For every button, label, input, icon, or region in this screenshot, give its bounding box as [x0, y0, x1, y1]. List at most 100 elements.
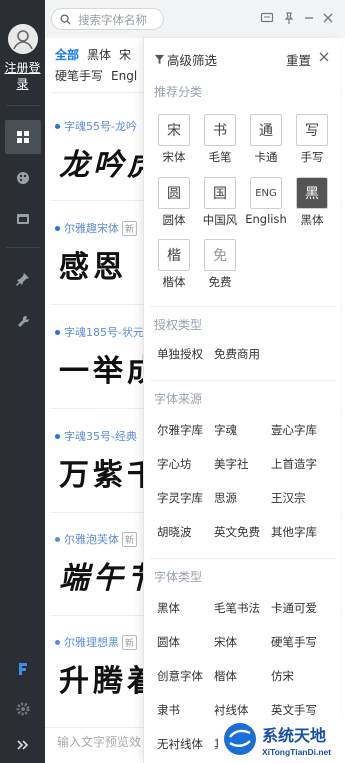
gear-icon	[16, 702, 30, 716]
category-kai[interactable]: 楷楷体	[156, 239, 192, 290]
source-option[interactable]: 英文免费	[214, 524, 260, 540]
category-chinese-style[interactable]: 国中国风	[202, 177, 238, 228]
minimize-button[interactable]	[302, 11, 316, 25]
type-option[interactable]: 衬线体	[214, 702, 249, 718]
category-brush[interactable]: 书毛笔	[202, 114, 238, 165]
handwrite-icon: 写	[296, 114, 328, 146]
tab-song[interactable]: 宋	[119, 48, 131, 62]
free-icon: 免	[204, 239, 236, 271]
folder-icon	[17, 214, 29, 224]
tab-all[interactable]: 全部	[55, 48, 79, 62]
panel-title-text: 高级筛选	[167, 53, 218, 68]
type-option[interactable]: 英文手写	[271, 702, 317, 718]
minimize-icon	[305, 17, 313, 19]
source-option[interactable]: 上首造字	[271, 456, 317, 472]
left-rail: 注册登录	[0, 0, 45, 763]
nav-tools[interactable]	[5, 262, 41, 296]
type-option[interactable]: 隶书	[157, 702, 180, 718]
kai-icon: 楷	[158, 239, 190, 271]
type-option[interactable]: 无衬线体	[157, 736, 203, 752]
nav-settings-tool[interactable]	[5, 305, 41, 339]
license-option[interactable]: 单独授权	[157, 346, 203, 362]
category-cartoon[interactable]: 通卡通	[248, 114, 284, 165]
preview-placeholder: 输入文字预览效	[57, 735, 142, 749]
watermark-url: XiTongTianDi.net	[262, 747, 331, 757]
category-free[interactable]: 免免费	[202, 239, 238, 290]
search-placeholder: 搜索字体名称	[78, 13, 147, 27]
category-label: 中国风	[202, 213, 238, 227]
type-option[interactable]: 楷体	[214, 668, 237, 684]
type-option[interactable]: 硬笔手写	[271, 634, 317, 650]
source-option[interactable]: 胡晓波	[157, 524, 192, 540]
category-label: 黑体	[300, 213, 324, 227]
tab-hei[interactable]: 黑体	[87, 48, 111, 62]
new-badge: 新	[122, 531, 138, 547]
category-label: 免费	[208, 275, 232, 289]
font-meta: 尔雅理想黑新	[55, 634, 138, 650]
bullet-dot	[55, 225, 60, 231]
license-option[interactable]: 免费商用	[214, 346, 260, 362]
category-round[interactable]: 圆圆体	[156, 177, 192, 228]
font-name: 字魂185号-状元	[64, 326, 144, 339]
type-option[interactable]: 创意字体	[157, 668, 203, 684]
source-option[interactable]: 字心坊	[157, 456, 192, 472]
search-input[interactable]: 搜索字体名称	[51, 8, 164, 30]
tab-handwriting[interactable]: 硬笔手写	[55, 69, 103, 83]
feedback-button[interactable]	[260, 11, 274, 25]
hei-icon: 黑	[296, 177, 328, 209]
type-option[interactable]: 仿宋	[271, 668, 294, 684]
source-option[interactable]: 王汉宗	[271, 490, 306, 506]
font-name: 尔雅泡芙体	[64, 533, 119, 546]
category-english[interactable]: ENG English	[245, 177, 287, 226]
category-label: English	[245, 212, 287, 226]
source-option[interactable]: 壹心字库	[271, 422, 317, 438]
brand-logo[interactable]	[5, 652, 41, 686]
chevron-double-right-icon	[17, 740, 29, 750]
brand-logo-icon	[19, 663, 27, 675]
close-icon	[323, 13, 333, 23]
rail-divider	[6, 105, 40, 106]
wrench-icon	[18, 315, 30, 327]
type-option[interactable]: 毛笔书法	[214, 600, 260, 616]
site-watermark: 系统天地 XiTongTianDi.net	[218, 717, 345, 763]
close-panel-icon[interactable]	[319, 52, 329, 62]
type-option[interactable]: 卡通可爱	[271, 600, 317, 616]
font-name: 字魂55号-龙吟	[64, 120, 137, 133]
source-option[interactable]: 思源	[214, 490, 237, 506]
cartoon-icon: 通	[250, 114, 282, 146]
type-option[interactable]: 宋体	[214, 634, 237, 650]
nav-themes[interactable]	[5, 161, 41, 195]
close-window-button[interactable]	[321, 11, 335, 25]
type-option[interactable]: 圆体	[157, 634, 180, 650]
font-meta: 尔雅趣宋体新	[55, 220, 138, 236]
source-option[interactable]: 美字社	[214, 456, 249, 472]
category-song[interactable]: 宋宋体	[156, 114, 192, 165]
settings-button[interactable]	[5, 692, 41, 726]
round-icon: 圆	[158, 177, 190, 209]
category-hei[interactable]: 黑黑体	[294, 177, 330, 228]
new-badge: 新	[122, 220, 138, 236]
new-badge: 新	[122, 634, 138, 650]
panel-header: 高级筛选 重置	[144, 38, 341, 78]
bullet-dot	[55, 639, 60, 645]
category-handwrite[interactable]: 写手写	[294, 114, 330, 165]
source-option[interactable]: 其他字库	[271, 524, 317, 540]
source-option[interactable]: 尔雅字库	[157, 422, 203, 438]
category-label: 卡通	[254, 150, 278, 164]
source-option[interactable]: 字魂	[214, 422, 237, 438]
avatar[interactable]	[8, 24, 38, 54]
source-option[interactable]: 字灵字库	[157, 490, 203, 506]
rail-divider	[6, 247, 40, 248]
category-label: 手写	[300, 150, 324, 164]
nav-my-fonts[interactable]	[5, 202, 41, 236]
login-link[interactable]: 注册登录	[0, 60, 45, 92]
font-meta: 字魂185号-状元	[55, 324, 144, 340]
tab-english[interactable]: Engl	[111, 69, 137, 83]
expand-button[interactable]	[5, 730, 41, 760]
category-tabs-row2: 硬笔手写 Engl	[55, 67, 145, 84]
font-name: 字魂35号-经典	[64, 430, 137, 443]
type-option[interactable]: 黑体	[157, 600, 180, 616]
pin-window-button[interactable]	[282, 11, 296, 25]
nav-font-library[interactable]	[5, 120, 41, 154]
reset-button[interactable]: 重置	[286, 50, 311, 69]
